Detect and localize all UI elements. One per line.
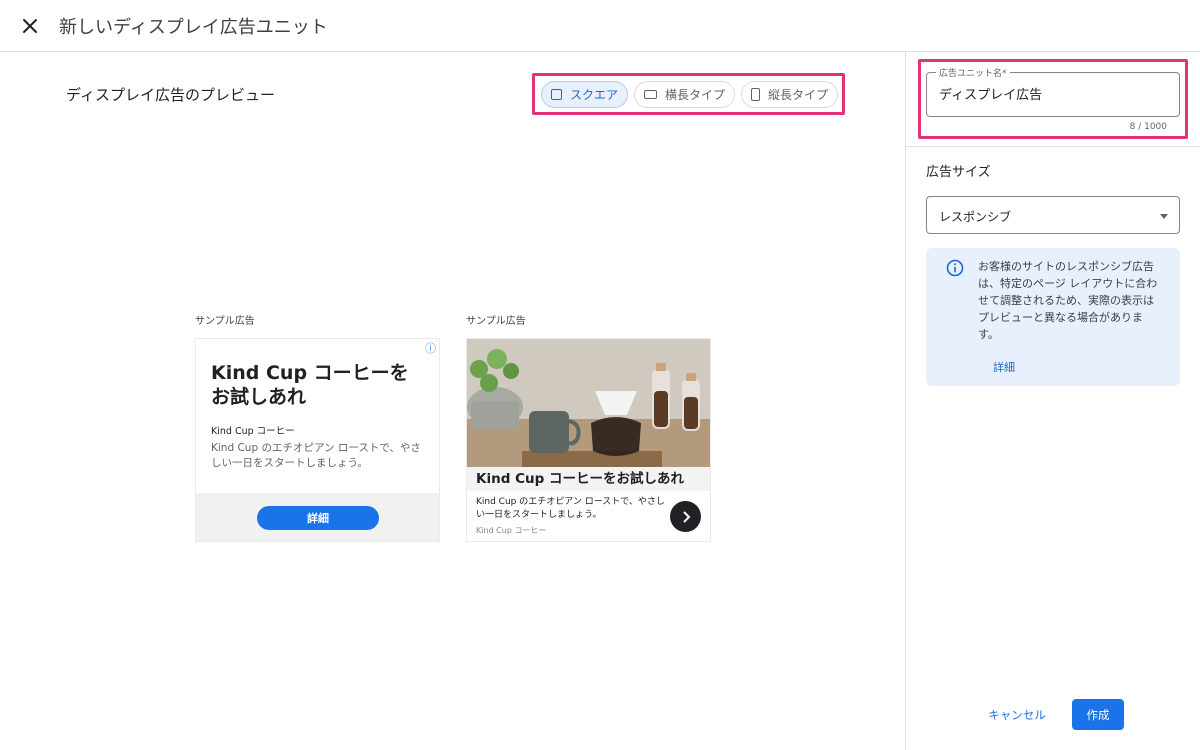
chip-landscape[interactable]: 横長タイプ — [634, 81, 736, 108]
ad-brand: Kind Cup コーヒー — [211, 426, 295, 437]
info-details-link[interactable]: 詳細 — [993, 359, 1015, 375]
ad-unit-name-label: 広告ユニット名* — [936, 66, 1010, 79]
ad-footer: 詳細 — [196, 493, 439, 541]
sample-ad-label: サンプル広告 — [195, 316, 255, 327]
square-icon — [551, 89, 562, 100]
dialog-title: 新しいディスプレイ広告ユニット — [59, 17, 328, 38]
ad-description: Kind Cup のエチオピアン ローストで、やさしい一日をスタートしましょう。 — [211, 442, 421, 469]
portrait-icon — [751, 88, 761, 101]
sample-ad-label: サンプル広告 — [466, 316, 526, 327]
info-note-text: お客様のサイトのレスポンシブ広告は、特定のページ レイアウトに合わせて調整される… — [978, 260, 1158, 341]
dialog-header: 新しいディスプレイ広告ユニット — [0, 0, 1200, 52]
ad-headline: Kind Cup コーヒーを お試しあれ — [211, 362, 409, 408]
chip-square[interactable]: スクエア — [541, 81, 629, 108]
landscape-icon — [644, 90, 658, 99]
chip-square-label: スクエア — [570, 88, 619, 102]
chip-portrait-label: 縦長タイプ — [768, 88, 829, 102]
responsive-info-note: お客様のサイトのレスポンシブ広告は、特定のページ レイアウトに合わせて調整される… — [926, 248, 1180, 386]
ad-size-value: レスポンシブ — [939, 210, 1012, 224]
shape-toggle: スクエア 横長タイプ 縦長タイプ — [541, 81, 843, 110]
chevron-right-icon[interactable] — [670, 501, 701, 532]
dropdown-caret-icon — [1160, 214, 1168, 219]
sample-ad-text: ⓘ Kind Cup コーヒーを お試しあれ Kind Cup コーヒー Kin… — [195, 338, 440, 542]
preview-title: ディスプレイ広告のプレビュー — [66, 86, 275, 104]
ad-details-button[interactable]: 詳細 — [257, 506, 379, 530]
close-icon[interactable] — [17, 13, 43, 39]
ad-description: Kind Cup のエチオピアン ローストで、やさしい一日をスタートしましょう。 — [476, 497, 665, 520]
ad-headline: Kind Cup コーヒーをお試しあれ — [467, 467, 710, 491]
ad-size-select[interactable]: レスポンシブ — [926, 196, 1180, 234]
cancel-button[interactable]: キャンセル — [980, 702, 1054, 728]
chip-portrait[interactable]: 縦長タイプ — [741, 81, 839, 108]
coffee-product-image — [467, 339, 710, 467]
info-icon — [946, 259, 964, 277]
info-icon[interactable]: ⓘ — [425, 340, 436, 356]
section-divider — [906, 146, 1200, 147]
create-button[interactable]: 作成 — [1072, 699, 1124, 730]
chip-landscape-label: 横長タイプ — [665, 88, 726, 102]
ad-brand: Kind Cup コーヒー — [476, 526, 547, 535]
ad-unit-name-input[interactable] — [939, 86, 1169, 101]
sample-ad-image: Kind Cup コーヒーをお試しあれ Kind Cup のエチオピアン ロース… — [466, 338, 711, 542]
panel-divider — [905, 52, 906, 750]
character-counter: 8 / 1000 — [1129, 122, 1167, 132]
ad-size-title: 広告サイズ — [926, 165, 991, 180]
